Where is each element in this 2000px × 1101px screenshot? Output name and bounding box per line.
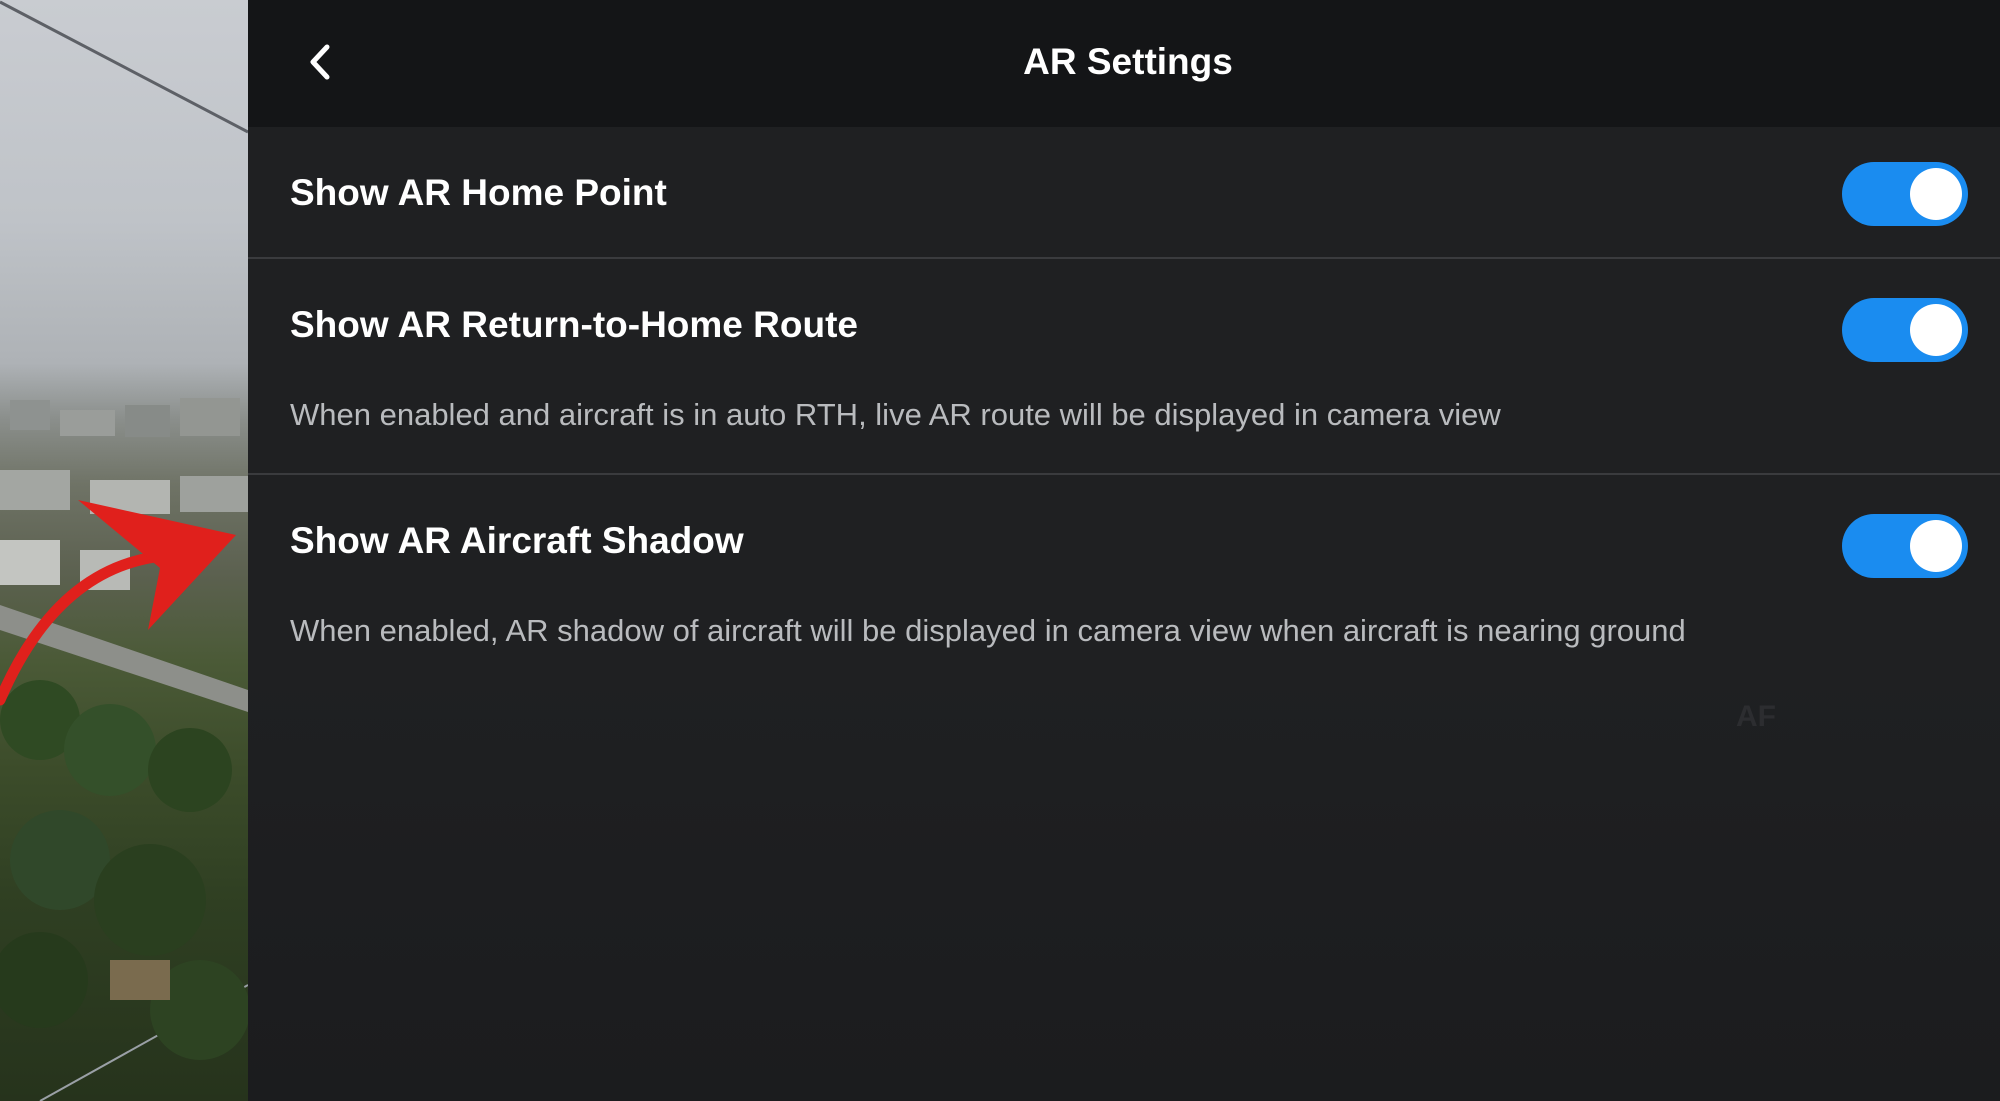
setting-row-ar-home-point: Show AR Home Point <box>248 127 2000 259</box>
toggle-knob <box>1910 168 1962 220</box>
back-button[interactable] <box>288 30 352 94</box>
page-title: AR Settings <box>1023 41 1233 82</box>
setting-row-ar-aircraft-shadow: Show AR Aircraft Shadow When enabled, AR… <box>248 475 2000 691</box>
camera-view <box>0 0 248 1101</box>
ar-rth-route-toggle[interactable] <box>1842 298 1968 362</box>
setting-label: Show AR Aircraft Shadow <box>290 520 744 561</box>
header-bar: AR Settings <box>248 0 2000 127</box>
toggle-knob <box>1910 304 1962 356</box>
setting-label: Show AR Home Point <box>290 172 667 213</box>
toggle-knob <box>1910 520 1962 572</box>
setting-description: When enabled, AR shadow of aircraft will… <box>290 613 1686 648</box>
setting-label: Show AR Return-to-Home Route <box>290 304 858 345</box>
ar-home-point-toggle[interactable] <box>1842 162 1968 226</box>
camera-scene <box>0 0 248 1101</box>
chevron-left-icon <box>310 44 330 80</box>
setting-row-ar-rth-route: Show AR Return-to-Home Route When enable… <box>248 259 2000 475</box>
settings-list: Show AR Home Point Show AR Return-to-Hom… <box>248 127 2000 691</box>
setting-description: When enabled and aircraft is in auto RTH… <box>290 397 1501 432</box>
ar-settings-panel: AR Settings Show AR Home Point Show AR R… <box>248 0 2000 1101</box>
ar-aircraft-shadow-toggle[interactable] <box>1842 514 1968 578</box>
af-overlay-label: AF <box>1736 700 1776 733</box>
